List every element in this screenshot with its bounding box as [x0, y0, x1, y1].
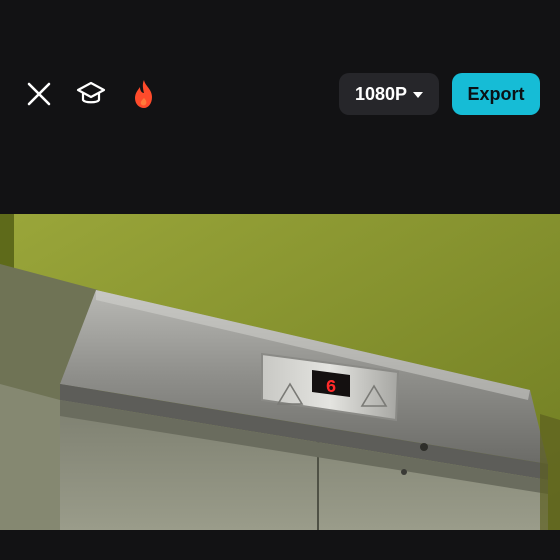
tutorial-button[interactable] — [73, 76, 109, 112]
elevator-scene-image: 6 — [0, 214, 560, 530]
close-button[interactable] — [21, 76, 57, 112]
floor-number: 6 — [326, 378, 337, 398]
export-button[interactable]: Export — [452, 73, 540, 115]
export-label: Export — [467, 83, 525, 104]
video-preview[interactable]: 6 — [0, 214, 560, 530]
resolution-label: 1080P — [354, 83, 408, 104]
close-icon — [27, 82, 51, 106]
caret-down-icon — [413, 91, 424, 98]
fire-icon — [135, 80, 152, 108]
trending-button[interactable] — [126, 76, 162, 112]
bottom-bar — [0, 530, 560, 560]
graduation-cap-icon — [76, 81, 106, 104]
top-toolbar: 1080P Export — [0, 0, 560, 190]
resolution-dropdown[interactable]: 1080P — [339, 73, 439, 115]
